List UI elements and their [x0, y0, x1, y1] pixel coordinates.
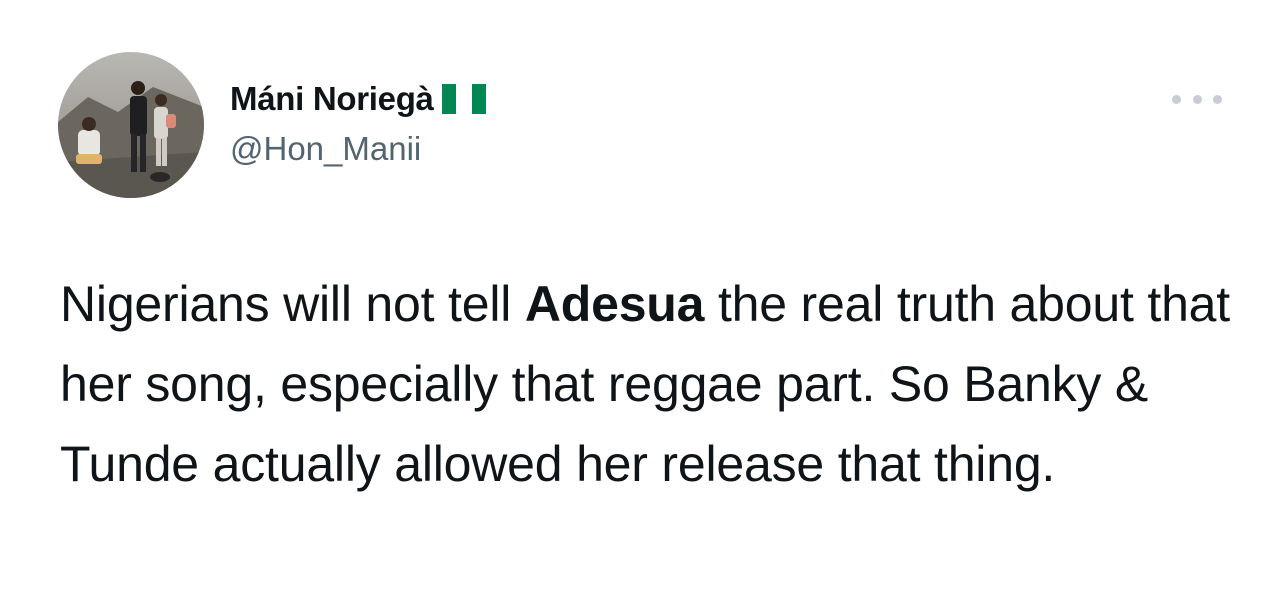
user-avatar[interactable] — [58, 52, 204, 198]
tweet-bold-mention: Adesua — [524, 276, 705, 332]
tweet-text-part: Nigerians will not tell — [60, 276, 525, 332]
more-dot — [1213, 94, 1222, 104]
nigeria-flag-icon — [441, 84, 486, 114]
avatar-photo — [58, 52, 204, 198]
tweet-card: Máni Noriegà @Hon_Manii Nigerians will n… — [0, 0, 1282, 598]
more-dot — [1172, 94, 1181, 104]
tweet-text: Nigerians will not tell Adesua the real … — [60, 264, 1240, 504]
more-dot — [1192, 94, 1202, 104]
user-handle[interactable]: @Hon_Manii — [230, 130, 421, 168]
user-name-row: Máni Noriegà — [230, 80, 486, 118]
more-options-icon[interactable] — [1172, 87, 1222, 111]
display-name[interactable]: Máni Noriegà — [230, 80, 434, 118]
